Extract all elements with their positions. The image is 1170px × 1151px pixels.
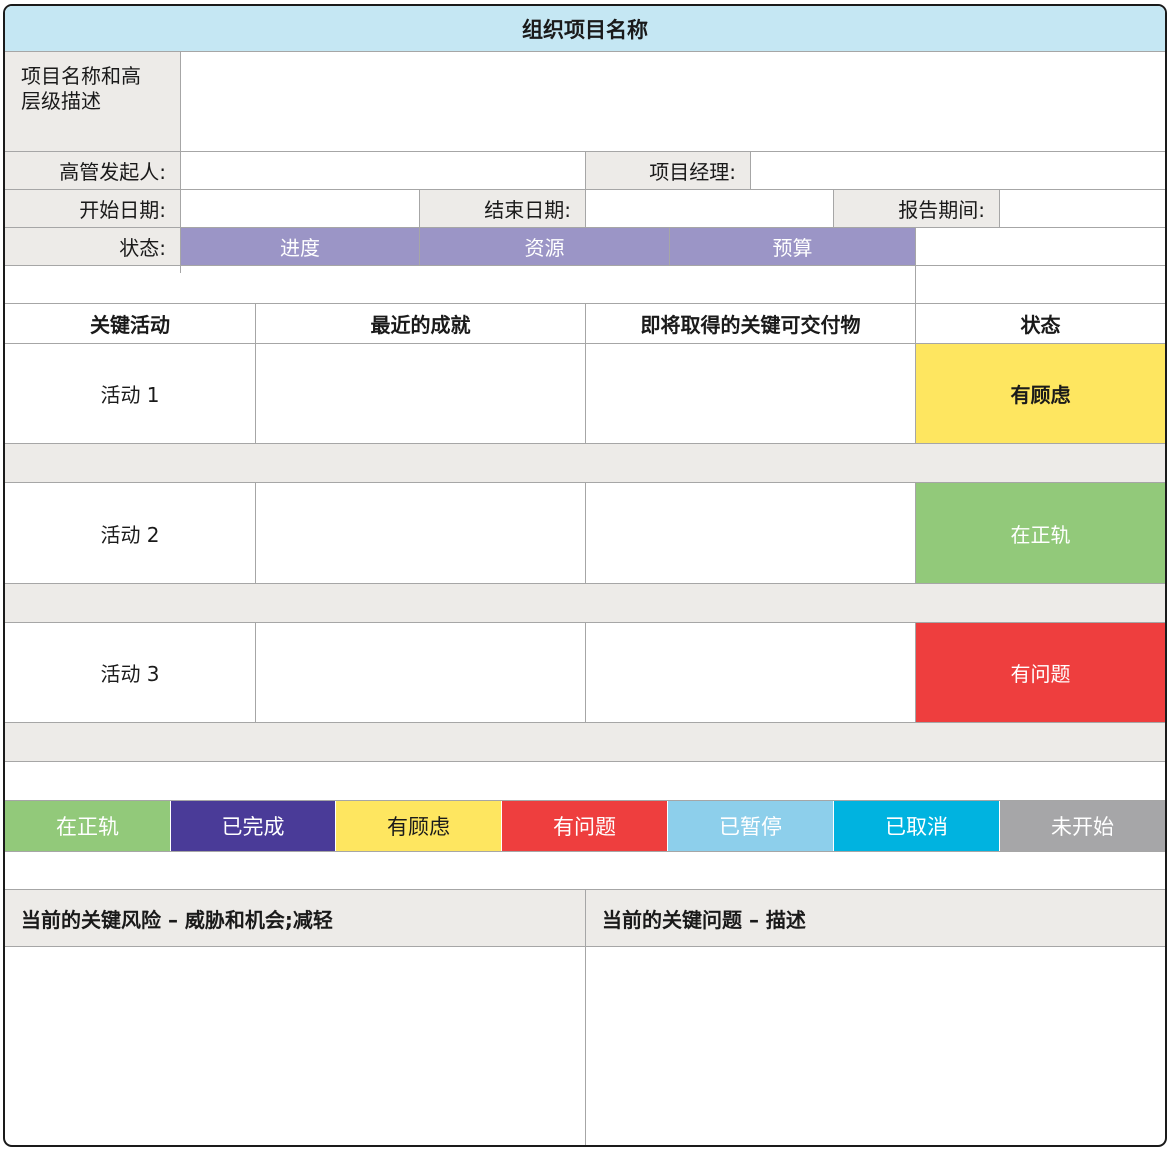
divider (255, 304, 256, 443)
risks-label: 当前的关键风险 – 威胁和机会;减轻 (5, 890, 585, 946)
col-header-achievements: 最近的成就 (370, 313, 471, 337)
divider (585, 623, 586, 722)
page-title: 组织项目名称 (5, 6, 1165, 51)
start-date-field[interactable] (181, 190, 419, 227)
legend-completed: 已完成 (171, 801, 335, 851)
start-date-label: 开始日期: (5, 190, 180, 227)
legend-cancelled: 已取消 (834, 801, 999, 851)
activity-status-badge[interactable]: 在正轨 (916, 483, 1165, 583)
divider (255, 483, 256, 583)
deliverables-field[interactable] (586, 623, 915, 722)
achievements-field[interactable] (256, 483, 585, 583)
divider (915, 623, 916, 722)
sponsor-field[interactable] (181, 152, 585, 189)
divider (585, 304, 586, 443)
description-field[interactable] (181, 52, 1165, 151)
deliverables-field[interactable] (586, 344, 915, 443)
status-label: 状态: (5, 228, 180, 265)
sponsor-label: 高管发起人: (5, 152, 180, 189)
reporting-period-label: 报告期间: (834, 190, 999, 227)
schedule-status[interactable]: 进度 (181, 228, 419, 265)
col-header-status: 状态 (1020, 313, 1061, 337)
achievements-field[interactable] (256, 344, 585, 443)
divider (5, 761, 1165, 762)
legend-not-started: 未开始 (1000, 801, 1165, 851)
divider (915, 228, 916, 443)
legend-paused: 已暂停 (668, 801, 833, 851)
divider (255, 623, 256, 722)
legend-issue: 有问题 (502, 801, 667, 851)
resources-status[interactable]: 资源 (420, 228, 669, 265)
deliverables-field[interactable] (586, 483, 915, 583)
legend-concern: 有顾虑 (336, 801, 501, 851)
divider (5, 265, 1165, 266)
activity-status-badge[interactable]: 有问题 (916, 623, 1165, 722)
achievements-field[interactable] (256, 623, 585, 722)
activity-name: 活动 3 (100, 662, 160, 686)
row-separator (5, 444, 1165, 482)
legend-on-track: 在正轨 (5, 801, 170, 851)
divider (915, 483, 916, 583)
issues-field[interactable] (586, 947, 1165, 1145)
budget-status[interactable]: 预算 (670, 228, 915, 265)
divider (585, 483, 586, 583)
activity-status-badge[interactable]: 有顾虑 (916, 344, 1165, 443)
col-header-deliverables: 即将取得的关键可交付物 (640, 313, 861, 337)
end-date-field[interactable] (586, 190, 833, 227)
manager-label: 项目经理: (586, 152, 750, 189)
description-label: 项目名称和高 层级描述 (5, 52, 180, 151)
end-date-label: 结束日期: (420, 190, 585, 227)
divider (5, 851, 1165, 852)
activity-name: 活动 2 (100, 522, 160, 547)
risks-field[interactable] (5, 947, 585, 1145)
reporting-period-field[interactable] (1000, 190, 1165, 227)
row-separator (5, 723, 1165, 761)
status-report-form: 组织项目名称 项目名称和高 层级描述 高管发起人: 项目经理: 开始日期: 结束… (3, 4, 1167, 1147)
activity-name: 活动 1 (100, 383, 160, 407)
row-separator (5, 584, 1165, 622)
issues-label: 当前的关键问题 – 描述 (586, 890, 1165, 946)
manager-field[interactable] (751, 152, 1165, 189)
col-header-activity: 关键活动 (90, 313, 170, 337)
